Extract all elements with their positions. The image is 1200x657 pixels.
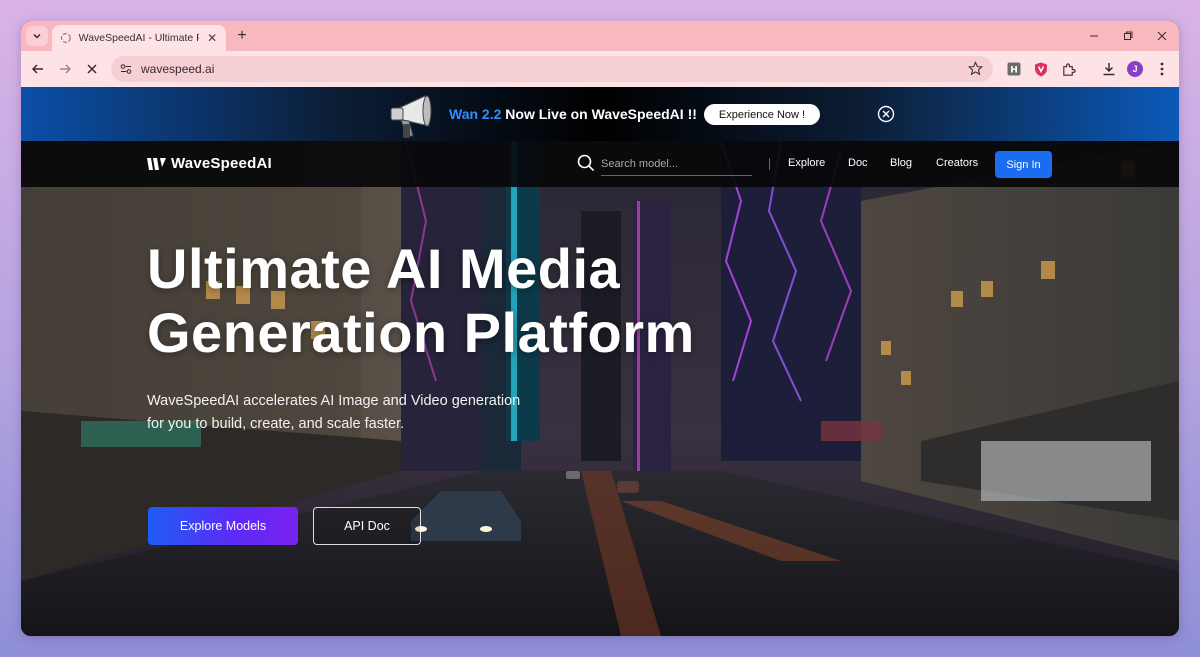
tab-strip: WaveSpeedAI - Ultimate Platform ✕ +	[21, 21, 1179, 51]
shield-icon	[1035, 62, 1047, 76]
back-button[interactable]	[28, 59, 48, 79]
nav-link-doc[interactable]: Doc	[848, 157, 868, 169]
browser-tab[interactable]: WaveSpeedAI - Ultimate Platform ✕	[52, 25, 226, 51]
minimize-icon	[1090, 35, 1098, 37]
close-window-button[interactable]	[1145, 21, 1179, 51]
kebab-menu-icon	[1160, 62, 1164, 76]
wavespeed-logo-icon	[147, 157, 166, 170]
hero-section: Ultimate AI Media Generation Platform Wa…	[21, 141, 1179, 636]
tab-title: WaveSpeedAI - Ultimate Platform	[78, 32, 200, 44]
menu-button[interactable]	[1152, 59, 1172, 79]
svg-text:H: H	[1010, 66, 1018, 76]
banner-highlight: Wan 2.2	[449, 106, 502, 122]
tab-close-icon[interactable]: ✕	[206, 31, 218, 45]
explore-models-button[interactable]: Explore Models	[148, 507, 298, 545]
hero-title-line-1: Ultimate AI Media	[147, 237, 621, 300]
stop-loading-button[interactable]	[82, 59, 102, 79]
megaphone-icon	[390, 95, 432, 138]
minimize-button[interactable]	[1077, 21, 1111, 51]
hero-subtitle-line-2: for you to build, create, and scale fast…	[147, 416, 405, 432]
close-icon	[87, 64, 97, 74]
nav-link-explore[interactable]: Explore	[788, 157, 825, 169]
restore-button[interactable]	[1111, 21, 1145, 51]
banner-message: Wan 2.2 Now Live on WaveSpeedAI !!	[449, 106, 697, 122]
announcement-banner: Wan 2.2 Now Live on WaveSpeedAI !! Exper…	[21, 87, 1179, 141]
restore-icon	[1124, 31, 1133, 40]
city-street-background	[21, 141, 1179, 636]
hero-title-line-2: Generation Platform	[147, 301, 695, 364]
search-icon	[577, 154, 595, 172]
web-page: Wan 2.2 Now Live on WaveSpeedAI !! Exper…	[21, 87, 1179, 636]
loading-favicon-icon	[60, 33, 71, 43]
nav-link-creators[interactable]: Creators	[936, 157, 978, 169]
tab-search-button[interactable]	[26, 26, 48, 46]
nav-link-blog[interactable]: Blog	[890, 157, 912, 169]
puzzle-icon	[1062, 62, 1076, 76]
model-search	[577, 152, 752, 176]
download-button[interactable]	[1099, 59, 1119, 79]
logo-text: WaveSpeedAI	[171, 155, 272, 172]
forward-button[interactable]	[55, 59, 75, 79]
address-url: wavespeed.ai	[141, 62, 215, 76]
banner-text: Now Live on WaveSpeedAI !!	[505, 106, 697, 122]
site-logo[interactable]: WaveSpeedAI	[147, 155, 272, 172]
site-navbar: WaveSpeedAI Explore Doc Blog Creators Si…	[21, 141, 1179, 187]
profile-avatar[interactable]: J	[1125, 59, 1145, 79]
search-input[interactable]	[601, 152, 752, 176]
hero-subtitle: WaveSpeedAI accelerates AI Image and Vid…	[147, 390, 567, 436]
puzzle-extensions-icon[interactable]	[1058, 59, 1078, 79]
hero-title: Ultimate AI Media Generation Platform	[147, 237, 787, 365]
sign-in-button[interactable]: Sign In	[995, 151, 1052, 178]
browser-window: WaveSpeedAI - Ultimate Platform ✕ +	[21, 21, 1179, 636]
close-banner-icon[interactable]	[877, 105, 895, 123]
bookmark-star-icon[interactable]	[968, 61, 983, 76]
download-icon	[1103, 63, 1115, 76]
hero-subtitle-line-1: WaveSpeedAI accelerates AI Image and Vid…	[147, 393, 521, 409]
h-extension-icon[interactable]: H	[1004, 59, 1024, 79]
new-tab-button[interactable]: +	[233, 27, 251, 45]
address-bar[interactable]: wavespeed.ai	[111, 56, 993, 82]
nav-divider	[769, 158, 770, 170]
window-controls	[1077, 21, 1179, 51]
close-icon	[1157, 31, 1167, 41]
arrow-right-icon	[60, 64, 72, 74]
arrow-left-icon	[31, 64, 43, 74]
site-settings-icon	[120, 64, 132, 74]
h-badge-icon: H	[1007, 62, 1021, 76]
chevron-down-icon	[33, 33, 41, 39]
experience-now-button[interactable]: Experience Now !	[704, 104, 820, 125]
profile-initial: J	[1132, 64, 1138, 74]
api-doc-button[interactable]: API Doc	[313, 507, 421, 545]
shield-extension-icon[interactable]	[1031, 59, 1051, 79]
browser-toolbar: wavespeed.ai H J	[21, 51, 1179, 87]
